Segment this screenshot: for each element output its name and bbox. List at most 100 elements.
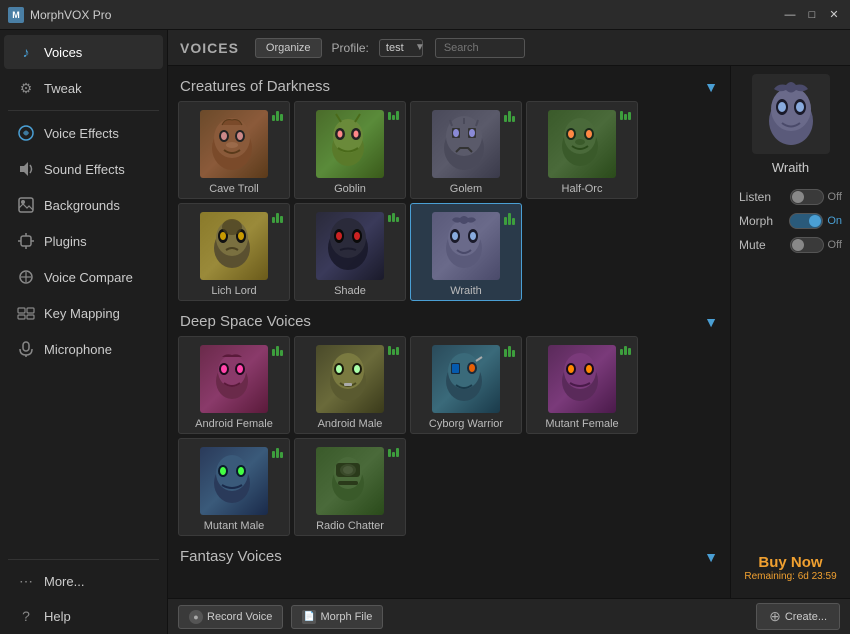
sidebar-item-voice-effects[interactable]: Voice Effects (4, 116, 163, 150)
tweak-icon: ⚙ (16, 78, 36, 98)
morph-file-icon: 📄 (302, 610, 316, 624)
section-collapse-fantasy[interactable]: ▼ (704, 549, 718, 565)
microphone-icon (16, 339, 36, 359)
record-voice-button[interactable]: ● Record Voice (178, 605, 283, 629)
listen-label: Listen (739, 190, 771, 204)
sidebar: ♪ Voices ⚙ Tweak Voice Effects Sound Eff… (0, 30, 168, 634)
morph-state: On (827, 215, 842, 227)
search-input[interactable] (435, 38, 525, 58)
sidebar-label-voice-effects: Voice Effects (44, 126, 119, 141)
record-icon: ● (189, 610, 203, 624)
voice-card-lich-lord[interactable]: Lich Lord (178, 203, 290, 301)
sidebar-label-voice-compare: Voice Compare (44, 270, 133, 285)
shade-name: Shade (295, 283, 405, 300)
sidebar-item-voice-compare[interactable]: Voice Compare (4, 260, 163, 294)
shade-avatar (316, 212, 384, 280)
section-header-deep-space: Deep Space Voices ▼ (178, 309, 720, 336)
maximize-button[interactable]: □ (804, 7, 820, 23)
listen-toggle[interactable] (790, 189, 824, 205)
android-male-bars (388, 346, 399, 355)
voice-card-cyborg-warrior[interactable]: Cyborg Warrior (410, 336, 522, 434)
create-button[interactable]: ⊕ Create... (756, 603, 840, 630)
sidebar-item-backgrounds[interactable]: Backgrounds (4, 188, 163, 222)
buy-now-label[interactable]: Buy Now (744, 554, 836, 571)
morph-file-button[interactable]: 📄 Morph File (291, 605, 383, 629)
page-title: VOICES (180, 40, 239, 56)
buy-section: Buy Now Remaining: 6d 23:59 (744, 546, 836, 590)
mute-state: Off (828, 239, 842, 251)
topbar: VOICES Organize Profile: test ▼ (168, 30, 850, 66)
sidebar-item-more[interactable]: ⋯ More... (4, 564, 163, 598)
window-controls: — □ ✕ (782, 7, 842, 23)
voice-card-golem[interactable]: Golem (410, 101, 522, 199)
sidebar-item-sound-effects[interactable]: Sound Effects (4, 152, 163, 186)
sidebar-label-voices: Voices (44, 45, 82, 60)
mute-label: Mute (739, 238, 766, 252)
radio-chatter-bars (388, 448, 399, 457)
section-collapse-creatures[interactable]: ▼ (704, 79, 718, 95)
lichlord-avatar (200, 212, 268, 280)
organize-button[interactable]: Organize (255, 38, 322, 58)
sidebar-item-key-mapping[interactable]: Key Mapping (4, 296, 163, 330)
sound-effects-icon (16, 159, 36, 179)
golem-name: Golem (411, 181, 521, 198)
cave-troll-name: Cave Troll (179, 181, 289, 198)
voice-card-radio-chatter[interactable]: Radio Chatter (294, 438, 406, 536)
radio-chatter-avatar (316, 447, 384, 515)
sidebar-label-plugins: Plugins (44, 234, 87, 249)
plugins-icon (16, 231, 36, 251)
bottom-bar: ● Record Voice 📄 Morph File ⊕ Create... (168, 598, 850, 634)
sidebar-label-backgrounds: Backgrounds (44, 198, 120, 213)
voice-grid-creatures: Cave Troll (178, 101, 720, 301)
sidebar-bottom: ⋯ More... ? Help (0, 555, 167, 634)
sidebar-item-microphone[interactable]: Microphone (4, 332, 163, 366)
voice-card-half-orc[interactable]: Half-Orc (526, 101, 638, 199)
minimize-button[interactable]: — (782, 7, 798, 23)
morph-toggle[interactable] (789, 213, 823, 229)
sidebar-label-help: Help (44, 609, 71, 624)
voices-panel[interactable]: Creatures of Darkness ▼ (168, 66, 730, 598)
voice-card-wraith[interactable]: Wraith (410, 203, 522, 301)
mute-toggle[interactable] (790, 237, 824, 253)
sidebar-divider-2 (8, 559, 159, 560)
section-title-deep-space: Deep Space Voices (180, 313, 311, 330)
halforc-name: Half-Orc (527, 181, 637, 198)
golem-bars (504, 111, 515, 122)
voice-card-mutant-male[interactable]: Mutant Male (178, 438, 290, 536)
more-icon: ⋯ (16, 571, 36, 591)
mutant-male-avatar (200, 447, 268, 515)
morph-label: Morph (739, 214, 773, 228)
voice-grid-deep-space: Android Female (178, 336, 720, 536)
sidebar-item-help[interactable]: ? Help (4, 599, 163, 633)
goblin-name: Goblin (295, 181, 405, 198)
sidebar-divider-1 (8, 110, 159, 111)
android-male-avatar (316, 345, 384, 413)
voice-card-android-female[interactable]: Android Female (178, 336, 290, 434)
voice-card-android-male[interactable]: Android Male (294, 336, 406, 434)
sidebar-item-voices[interactable]: ♪ Voices (4, 35, 163, 69)
close-button[interactable]: ✕ (826, 7, 842, 23)
voice-card-cave-troll[interactable]: Cave Troll (178, 101, 290, 199)
cyborg-warrior-bars (504, 346, 515, 357)
android-female-avatar (200, 345, 268, 413)
mute-control: Mute Off (737, 233, 844, 257)
section-header-creatures: Creatures of Darkness ▼ (178, 74, 720, 101)
morph-control: Morph On (737, 209, 844, 233)
sidebar-item-tweak[interactable]: ⚙ Tweak (4, 71, 163, 105)
android-male-name: Android Male (295, 416, 405, 433)
section-title-creatures: Creatures of Darkness (180, 78, 330, 95)
goblin-bars (388, 111, 399, 120)
profile-select[interactable]: test (379, 39, 423, 57)
profile-label: Profile: (332, 41, 369, 55)
voice-card-mutant-female[interactable]: Mutant Female (526, 336, 638, 434)
voice-card-shade[interactable]: Shade (294, 203, 406, 301)
mutant-female-bars (620, 346, 631, 355)
radio-chatter-name: Radio Chatter (295, 518, 405, 535)
section-collapse-deep-space[interactable]: ▼ (704, 314, 718, 330)
mutant-female-name: Mutant Female (527, 416, 637, 433)
sidebar-item-plugins[interactable]: Plugins (4, 224, 163, 258)
voice-card-goblin[interactable]: Goblin (294, 101, 406, 199)
preview-avatar (752, 74, 830, 154)
content-wrapper: Creatures of Darkness ▼ (168, 66, 850, 598)
cave-troll-avatar (200, 110, 268, 178)
